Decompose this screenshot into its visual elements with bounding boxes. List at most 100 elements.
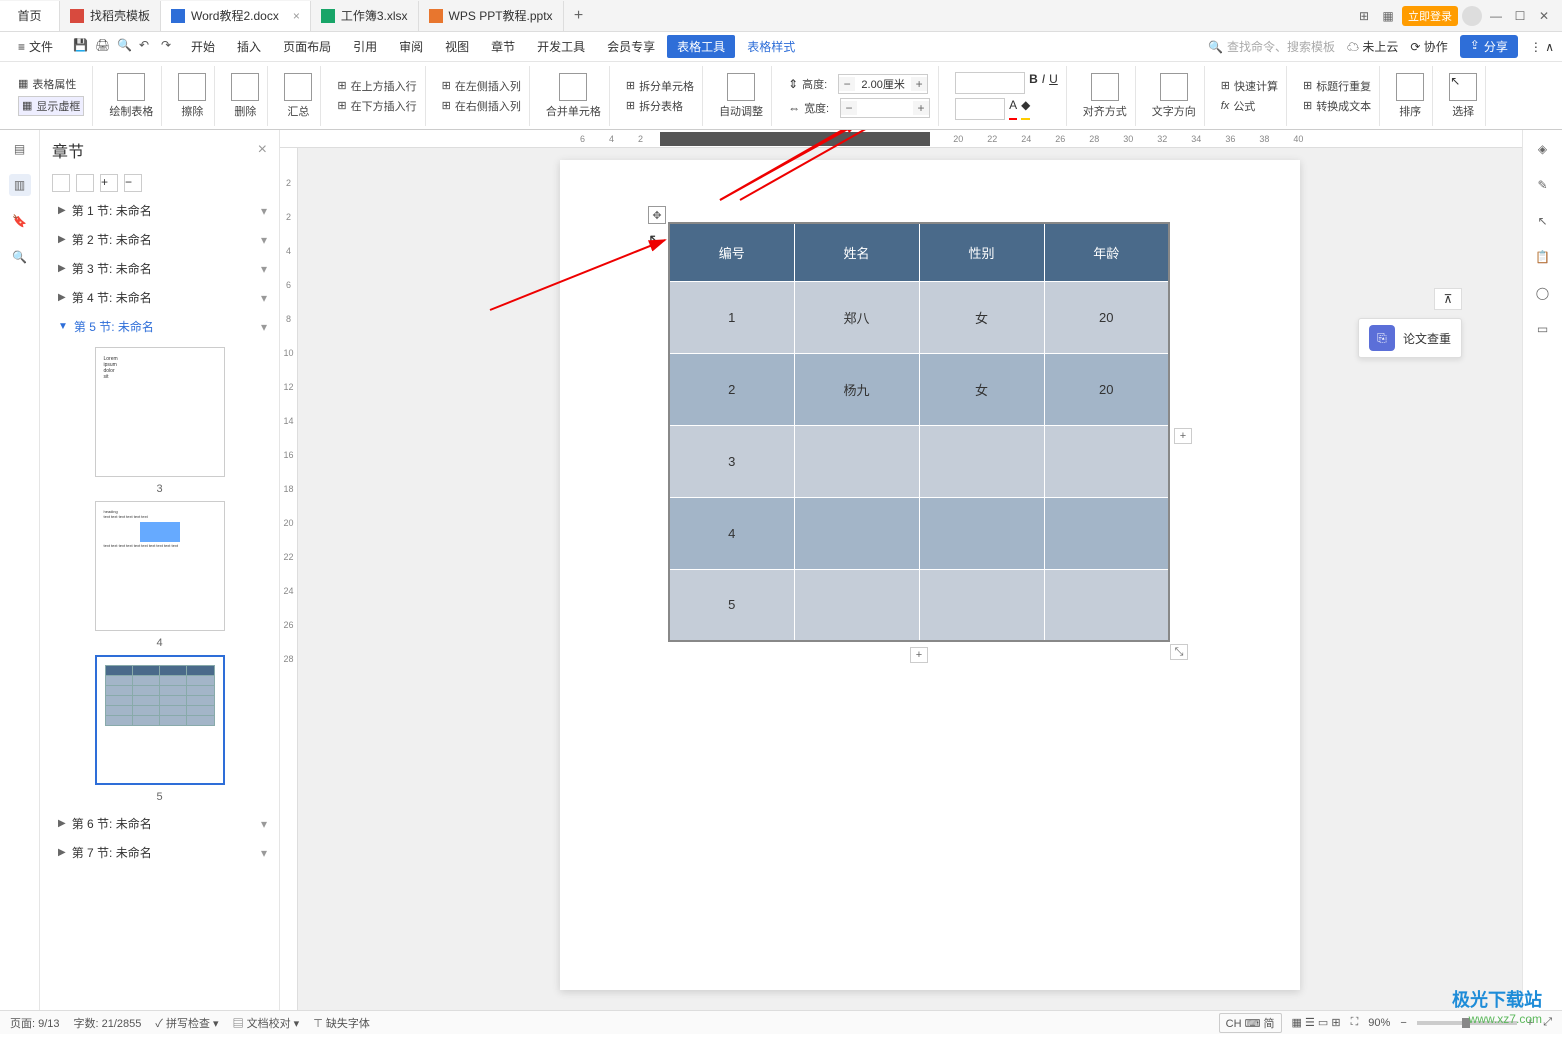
to-text-button[interactable]: ⊞ 转换成文本 <box>1303 98 1371 114</box>
width-plus[interactable]: + <box>913 101 929 115</box>
expand-icon[interactable]: ⤢ <box>1543 1016 1552 1029</box>
page-thumb-3[interactable]: Loremipsumdolorsit <box>95 347 225 477</box>
zoom-out[interactable]: − <box>1400 1017 1406 1029</box>
width-minus[interactable]: − <box>841 101 857 115</box>
section-item-2[interactable]: ▶第 2 节: 未命名▾ <box>40 225 279 254</box>
section-item-5[interactable]: ▼第 5 节: 未命名▾ <box>40 312 279 341</box>
table-header-row[interactable]: 编号 姓名 性别 年龄 <box>669 223 1169 281</box>
height-value[interactable]: 2.00厘米 <box>855 76 911 92</box>
section-item-6[interactable]: ▶第 6 节: 未命名▾ <box>40 809 279 838</box>
section-item-3[interactable]: ▶第 3 节: 未命名▾ <box>40 254 279 283</box>
font-size-select[interactable] <box>955 98 1005 120</box>
diamond-icon[interactable]: ◈ <box>1532 138 1554 160</box>
table-row[interactable]: 1郑八女20 <box>669 281 1169 353</box>
sort-icon[interactable] <box>1396 73 1424 101</box>
close-window-icon[interactable]: ✕ <box>1534 6 1554 26</box>
font-family-select[interactable] <box>955 72 1025 94</box>
panel-tool-1[interactable] <box>52 174 70 192</box>
plagiarism-panel[interactable]: ⎘ 论文查重 <box>1358 318 1462 358</box>
minimize-icon[interactable]: — <box>1486 6 1506 26</box>
save-icon[interactable]: 💾 <box>73 38 91 56</box>
status-spell[interactable]: ✓ 拼写检查 ▾ <box>155 1015 218 1031</box>
th-gender[interactable]: 性别 <box>919 223 1044 281</box>
menu-ref[interactable]: 引用 <box>343 34 387 59</box>
tab-ppt[interactable]: WPS PPT教程.pptx <box>419 1 564 31</box>
height-minus[interactable]: − <box>839 77 855 91</box>
add-col-button[interactable]: + <box>1174 428 1192 444</box>
book-icon[interactable]: ▭ <box>1532 318 1554 340</box>
section-item-1[interactable]: ▶第 1 节: 未命名▾ <box>40 196 279 225</box>
select-icon[interactable]: ↖ <box>1449 73 1477 101</box>
sum-icon[interactable] <box>284 73 312 101</box>
split-cell-button[interactable]: ⊞ 拆分单元格 <box>626 78 694 94</box>
status-page[interactable]: 页面: 9/13 <box>10 1015 60 1031</box>
table-row[interactable]: 5 <box>669 569 1169 641</box>
menu-vip[interactable]: 会员专享 <box>597 34 665 59</box>
panel-tool-2[interactable] <box>76 174 94 192</box>
tab-home[interactable]: 首页 <box>0 1 60 31</box>
page-thumb-4[interactable]: headingtext text text text text texttext… <box>95 501 225 631</box>
pointer-icon[interactable]: ↖ <box>1532 210 1554 232</box>
search-panel-icon[interactable]: 🔍 <box>9 246 31 268</box>
page-thumb-5[interactable] <box>95 655 225 785</box>
italic-button[interactable]: I <box>1042 72 1045 94</box>
split-table-button[interactable]: ⊞ 拆分表格 <box>626 98 683 114</box>
print-icon[interactable]: 🖨 <box>95 38 113 56</box>
share-button[interactable]: ⇪ 分享 <box>1460 35 1518 58</box>
tab-add[interactable]: + <box>564 7 594 25</box>
tab-xlsx[interactable]: 工作簿3.xlsx <box>311 1 419 31</box>
menu-dev[interactable]: 开发工具 <box>527 34 595 59</box>
insert-below-button[interactable]: ⊞ 在下方插入行 <box>337 98 416 114</box>
fit-icon[interactable]: ⛶ <box>1351 1016 1359 1029</box>
menu-layout[interactable]: 页面布局 <box>273 34 341 59</box>
view-mode-icons[interactable]: ▦ ☰ ▭ ⊞ <box>1292 1016 1341 1029</box>
status-content[interactable]: ▤ 文档校对 ▾ <box>233 1015 300 1031</box>
height-plus[interactable]: + <box>911 77 927 91</box>
table-row[interactable]: 4 <box>669 497 1169 569</box>
fill-color-button[interactable]: ◆ <box>1021 98 1030 120</box>
delete-icon[interactable] <box>231 73 259 101</box>
draw-table-icon[interactable] <box>117 73 145 101</box>
circle-icon[interactable]: ◯ <box>1532 282 1554 304</box>
search-input[interactable]: 🔍 查找命令、搜索模板 <box>1208 38 1335 55</box>
document-table[interactable]: 编号 姓名 性别 年龄 1郑八女20 2杨九女20 3 4 5 <box>668 222 1170 642</box>
zoom-value[interactable]: 90% <box>1368 1017 1390 1029</box>
login-button[interactable]: 立即登录 <box>1402 6 1458 26</box>
insert-left-button[interactable]: ⊞ 在左侧插入列 <box>442 78 521 94</box>
font-color-button[interactable]: A <box>1009 98 1017 120</box>
align-icon[interactable] <box>1091 73 1119 101</box>
erase-icon[interactable] <box>178 73 206 101</box>
textdir-icon[interactable] <box>1160 73 1188 101</box>
th-age[interactable]: 年龄 <box>1044 223 1169 281</box>
menu-file[interactable]: ≡ 文件 <box>8 34 63 59</box>
th-name[interactable]: 姓名 <box>794 223 919 281</box>
table-props-button[interactable]: ▦ 表格属性 <box>18 76 76 92</box>
th-id[interactable]: 编号 <box>669 223 794 281</box>
status-words[interactable]: 字数: 21/2855 <box>74 1015 142 1031</box>
panel-tool-3[interactable]: + <box>100 174 118 192</box>
autofit-icon[interactable] <box>727 73 755 101</box>
avatar[interactable] <box>1462 6 1482 26</box>
clipboard-icon[interactable]: 📋 <box>1532 246 1554 268</box>
add-row-button[interactable]: + <box>910 647 928 663</box>
cloud-status[interactable]: ☁ 未上云 <box>1347 38 1398 55</box>
tab-template[interactable]: 找稻壳模板 <box>60 1 161 31</box>
vertical-ruler[interactable]: 2246810121416182022242628 <box>280 148 298 1010</box>
coop-button[interactable]: ⟳ 协作 <box>1410 38 1447 55</box>
menu-start[interactable]: 开始 <box>181 34 225 59</box>
close-icon[interactable]: × <box>293 9 300 23</box>
pen-icon[interactable]: ✎ <box>1532 174 1554 196</box>
menu-insert[interactable]: 插入 <box>227 34 271 59</box>
preview-icon[interactable]: 🔍 <box>117 38 135 56</box>
status-font[interactable]: ⊤ 缺失字体 <box>313 1015 370 1031</box>
formula-button[interactable]: fx 公式 <box>1221 98 1256 114</box>
ime-indicator[interactable]: CH ⌨ 简 <box>1219 1013 1282 1033</box>
height-spinner[interactable]: −2.00厘米+ <box>838 74 928 94</box>
chapter-icon[interactable]: ▥ <box>9 174 31 196</box>
fast-calc-button[interactable]: ⊞ 快速计算 <box>1221 78 1278 94</box>
underline-button[interactable]: U <box>1049 72 1058 94</box>
menu-table-tools[interactable]: 表格工具 <box>667 35 735 58</box>
menu-chapter[interactable]: 章节 <box>481 34 525 59</box>
redo-icon[interactable]: ↷ <box>161 38 179 56</box>
section-item-7[interactable]: ▶第 7 节: 未命名▾ <box>40 838 279 867</box>
